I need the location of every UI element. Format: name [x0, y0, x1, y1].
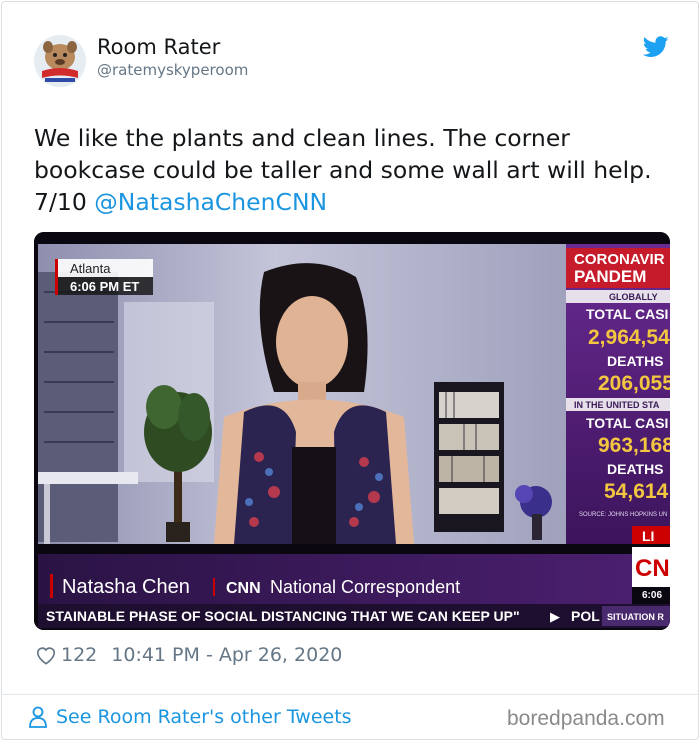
- situation-label: SITUATION R: [607, 612, 664, 622]
- tweet-card: Room Rater @ratemyskyperoom We like the …: [1, 1, 699, 740]
- panel-headline-2: PANDEM: [574, 267, 646, 286]
- profile-avatar[interactable]: [34, 35, 86, 87]
- like-count[interactable]: 122: [61, 644, 97, 666]
- author-handle[interactable]: @ratemyskyperoom: [97, 61, 248, 79]
- panel-source: SOURCE: JOHNS HOPKINS UN: [579, 512, 667, 518]
- author-name[interactable]: Room Rater: [97, 35, 220, 59]
- footer-divider: [3, 694, 699, 695]
- other-tweets-label[interactable]: See Room Rater's other Tweets: [56, 706, 352, 728]
- tweet-text: We like the plants and clean lines. The …: [34, 122, 684, 218]
- live-time: 6:06: [642, 590, 662, 601]
- mention-link[interactable]: @NatashaChenCNN: [94, 188, 327, 216]
- tweet-photo[interactable]: Atlanta 6:06 PM ET CORONAVIR PANDEM GLOB…: [34, 232, 670, 630]
- ticker-next: POL: [571, 608, 600, 624]
- heart-icon[interactable]: [35, 645, 57, 665]
- tweet-meta: 122 10:41 PM - Apr 26, 2020: [35, 642, 342, 668]
- network-name: CNN: [226, 580, 261, 597]
- person-name: Natasha Chen: [62, 576, 190, 598]
- correspondent-role: National Correspondent: [270, 577, 460, 597]
- tweet-timestamp[interactable]: 10:41 PM - Apr 26, 2020: [111, 644, 342, 666]
- panel-us-cases: 963,168: [598, 434, 670, 457]
- ticker-text: STAINABLE PHASE OF SOCIAL DISTANCING THA…: [46, 608, 520, 624]
- panel-us-deaths: 54,614: [604, 480, 669, 503]
- person-icon: [29, 706, 47, 728]
- time-label: 6:06 PM ET: [70, 279, 139, 294]
- bookcase-graphic: [434, 382, 504, 532]
- panel-global-deaths: 206,055: [598, 372, 670, 395]
- panel-total-cases-label: TOTAL CASI: [586, 306, 668, 322]
- location-label: Atlanta: [70, 261, 111, 276]
- panel-us-cases-label: TOTAL CASI: [586, 415, 668, 431]
- cnn-corner-logo: CN: [635, 555, 670, 582]
- tv-broadcast-image: Atlanta 6:06 PM ET CORONAVIR PANDEM GLOB…: [34, 232, 670, 630]
- live-badge: LI: [642, 528, 654, 544]
- ticker-arrow: ▶: [550, 609, 560, 624]
- boredpanda-watermark: boredpanda.com: [507, 707, 665, 730]
- panel-us-label: IN THE UNITED STA: [574, 400, 660, 410]
- panel-headline-1: CORONAVIR: [574, 251, 665, 268]
- panel-us-deaths-label: DEATHS: [607, 461, 664, 477]
- dog-mascot-icon: [34, 35, 86, 87]
- other-tweets-link[interactable]: See Room Rater's other Tweets: [28, 706, 352, 728]
- panel-globally: GLOBALLY: [609, 292, 658, 302]
- twitter-bird-icon[interactable]: [643, 36, 669, 58]
- panel-global-cases: 2,964,54: [588, 326, 670, 349]
- panel-deaths-label: DEATHS: [607, 353, 664, 369]
